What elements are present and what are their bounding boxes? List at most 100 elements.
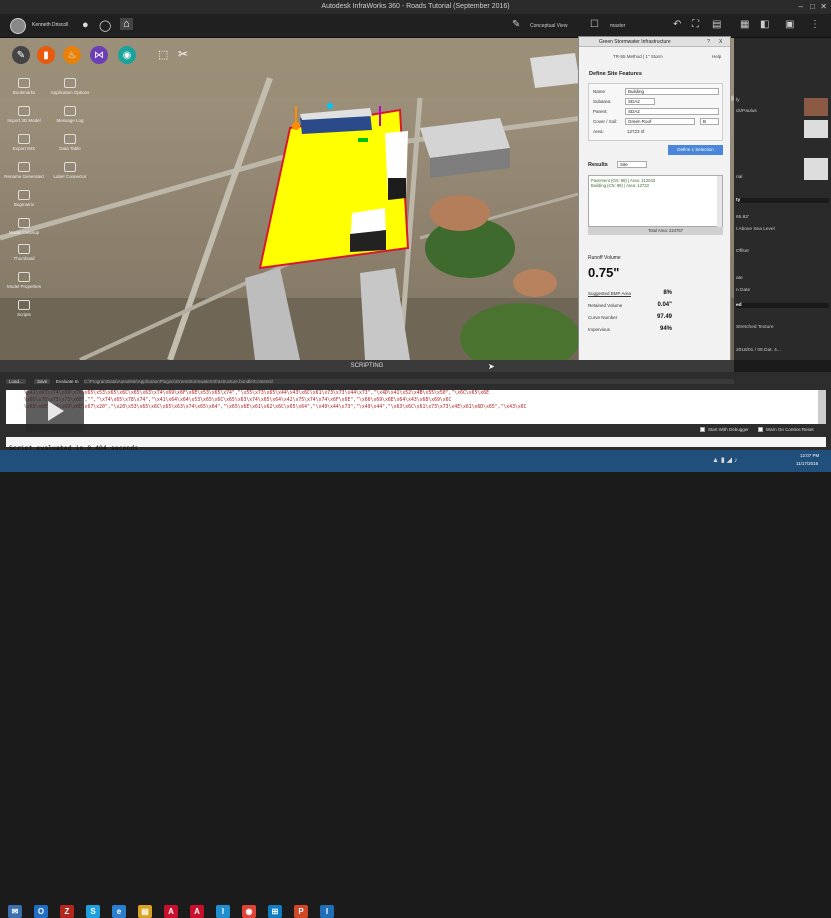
tool-label[interactable]: Scripts — [2, 312, 46, 317]
avatar[interactable] — [10, 18, 26, 34]
filezilla-icon[interactable]: Z — [60, 905, 74, 918]
ie-icon[interactable]: e — [112, 905, 126, 918]
user-name[interactable]: Kenneth Driscoll — [32, 22, 68, 28]
property-row[interactable]: Stretched Texture — [736, 325, 774, 330]
tool-icon[interactable] — [18, 244, 30, 254]
create-icon[interactable]: ✎ — [12, 46, 30, 64]
menu-icon[interactable]: ⋮ — [810, 19, 820, 30]
close-icon[interactable]: X — [719, 39, 722, 45]
home-icon[interactable]: ⌂ — [120, 18, 133, 30]
outlook-icon[interactable]: O — [34, 905, 48, 918]
minimize-icon[interactable]: – — [799, 0, 803, 14]
chrome-icon[interactable]: ◉ — [242, 905, 256, 918]
property-row[interactable]: ly — [736, 98, 739, 103]
tool-icon[interactable] — [64, 162, 76, 172]
subarea-select[interactable]: SDA2 — [625, 98, 655, 105]
tool-label[interactable]: Data Table — [48, 146, 92, 151]
analyze-icon[interactable]: ♨ — [63, 46, 81, 64]
tools-icon[interactable]: ⬚ — [158, 48, 168, 61]
panel-icon[interactable]: ▤ — [712, 19, 721, 30]
explorer-icon[interactable]: ▤ — [138, 905, 152, 918]
results-scrollbar[interactable] — [717, 176, 722, 228]
design-icon[interactable]: ⋈ — [90, 46, 108, 64]
sync-icon[interactable]: ● — [82, 19, 89, 31]
tool-label[interactable]: Message Log — [48, 118, 92, 123]
clock-time[interactable]: 12:07 PM — [800, 453, 819, 458]
evaluate-in-button[interactable]: Evaluate In — [56, 379, 79, 384]
tool-icon[interactable] — [18, 134, 30, 144]
tool-icon[interactable] — [18, 300, 30, 310]
property-row[interactable]: rial — [736, 175, 742, 180]
proposal-label[interactable]: master — [610, 23, 625, 29]
model-icon[interactable]: ✂ — [178, 47, 188, 61]
skype-icon[interactable]: S — [86, 905, 100, 918]
help-link[interactable]: Help — [712, 54, 721, 59]
property-row[interactable]: ed — [736, 303, 829, 308]
tool-label[interactable]: Bugmatrix — [2, 202, 46, 207]
property-row[interactable]: t Above Sea Level — [736, 227, 775, 232]
warn-reset-checkbox[interactable] — [758, 427, 763, 432]
fullscreen-icon[interactable]: ⛶ — [692, 19, 699, 30]
layers-icon[interactable]: ▦ — [740, 19, 749, 30]
autocad-icon[interactable]: A — [164, 905, 178, 918]
property-row[interactable]: ty — [736, 198, 829, 203]
tool-icon[interactable] — [18, 78, 30, 88]
autocad-icon[interactable]: A — [190, 905, 204, 918]
proposal-icon[interactable]: ☐ — [590, 19, 599, 30]
help-icon[interactable]: ? — [707, 39, 710, 45]
tool-label[interactable]: Label Connector — [48, 174, 92, 179]
infraworks-icon[interactable]: I — [320, 905, 334, 918]
soil-select[interactable]: B — [700, 118, 719, 125]
results-list[interactable]: Pavement (CN: 98) | Area: 212043 Buildin… — [588, 175, 723, 228]
property-row[interactable]: 65.82' — [736, 215, 749, 220]
parent-field[interactable]: SDA2 — [625, 108, 719, 115]
script-path[interactable]: C:\ProgramData\Autodesk\ApplicationPlugi… — [84, 379, 734, 384]
tray-icons[interactable]: ▲ ▮ ◢ ♪ — [712, 456, 738, 464]
tool-icon[interactable] — [64, 106, 76, 116]
close-icon[interactable]: ✕ — [820, 0, 827, 14]
undo-icon[interactable]: ↶ — [673, 19, 681, 30]
results-select[interactable]: Site — [617, 161, 647, 168]
style-icon[interactable]: ✎ — [512, 19, 520, 30]
tool-label[interactable]: Export IMX — [2, 146, 46, 151]
scripting-header[interactable]: SCRIPTING ➤ — [0, 360, 734, 372]
tool-label[interactable]: Thumbnail — [2, 256, 46, 261]
property-row[interactable]: ate — [736, 276, 743, 281]
tool-icon[interactable] — [18, 106, 30, 116]
define-selection-button[interactable]: Define 1 Selection — [668, 145, 723, 155]
clock-date[interactable]: 11/17/2016 — [796, 461, 818, 466]
present-icon[interactable]: ◉ — [118, 46, 136, 64]
windows-icon[interactable]: ⊞ — [268, 905, 282, 918]
tool-icon[interactable] — [18, 162, 30, 172]
start-debugger-checkbox[interactable] — [700, 427, 705, 432]
property-row[interactable]: Offset — [736, 249, 749, 254]
tool-label[interactable]: Model Cleanup — [2, 230, 46, 235]
powerpoint-icon[interactable]: P — [294, 905, 308, 918]
tool-icon[interactable] — [18, 190, 30, 200]
view-icon[interactable]: ◧ — [760, 19, 769, 30]
tool-label[interactable]: Rename Generated — [2, 174, 46, 179]
mail-icon[interactable]: ✉ — [8, 905, 22, 918]
maximize-icon[interactable]: □ — [810, 0, 815, 14]
load-button[interactable]: Load... — [6, 379, 26, 384]
tool-icon[interactable] — [64, 134, 76, 144]
visual-style-label[interactable]: Conceptual View — [530, 23, 567, 29]
settings-icon[interactable]: ◯ — [99, 19, 111, 32]
property-row[interactable]: ck/Paulus — [736, 109, 757, 114]
tool-icon[interactable] — [64, 78, 76, 88]
property-row[interactable]: 2018/01 / 09 Dat. 4... — [736, 348, 781, 353]
code-scrollbar[interactable] — [818, 390, 826, 424]
tool-label[interactable]: Bookmarks — [2, 90, 46, 95]
tool-icon[interactable] — [18, 218, 30, 228]
property-row[interactable]: n Date — [736, 288, 750, 293]
cover-select[interactable]: Green Roof — [625, 118, 695, 125]
code-editor[interactable]: \x41\x63\x74\x69\x76\x65\x53\x65\x6C\x65… — [6, 390, 818, 424]
save-button[interactable]: Save — [34, 379, 51, 384]
tool-icon[interactable] — [18, 272, 30, 282]
stat-label[interactable]: Suggested BMP Area — [588, 291, 631, 296]
tool-label[interactable]: Model Properties — [2, 284, 46, 289]
name-field[interactable]: Building — [625, 88, 719, 95]
play-video-icon[interactable] — [26, 390, 84, 432]
window-icon[interactable]: ▣ — [785, 19, 794, 30]
tool-label[interactable]: Application Options — [48, 90, 92, 95]
